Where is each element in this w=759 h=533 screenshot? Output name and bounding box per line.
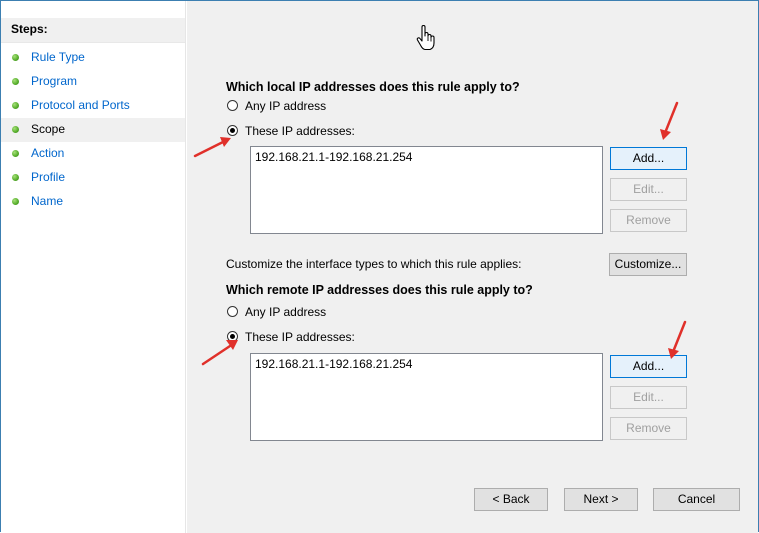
local-add-button[interactable]: Add... — [610, 147, 687, 170]
red-arrow-icon — [668, 320, 687, 359]
red-arrow-icon — [201, 340, 238, 366]
step-profile[interactable]: Profile — [1, 166, 185, 190]
remote-remove-button[interactable]: Remove — [610, 417, 687, 440]
red-arrow-icon — [193, 137, 231, 158]
red-arrow-icon — [660, 101, 679, 140]
local-remove-button[interactable]: Remove — [610, 209, 687, 232]
step-program[interactable]: Program — [1, 70, 185, 94]
radio-circle[interactable] — [227, 100, 238, 111]
next-button[interactable]: Next > — [564, 488, 638, 511]
green-dot-icon — [12, 126, 19, 133]
green-dot-icon — [12, 78, 19, 85]
step-label: Scope — [31, 122, 66, 136]
step-label: Name — [31, 194, 64, 208]
local-ip-entry[interactable]: 192.168.21.1-192.168.21.254 — [255, 150, 412, 164]
step-action[interactable]: Action — [1, 142, 185, 166]
green-dot-icon — [12, 102, 19, 109]
radio-label: Any IP address — [245, 305, 327, 319]
back-button[interactable]: < Back — [474, 488, 548, 511]
local-edit-button[interactable]: Edit... — [610, 178, 687, 201]
remote-ip-list[interactable]: 192.168.21.1-192.168.21.254 — [250, 353, 603, 441]
scope-panel: Which local IP addresses does this rule … — [187, 1, 758, 533]
step-label: Profile — [31, 170, 66, 184]
step-label: Protocol and Ports — [31, 98, 130, 112]
remote-ip-heading: Which remote IP addresses does this rule… — [226, 283, 533, 297]
steps-header: Steps: — [1, 18, 185, 43]
step-label: Program — [31, 74, 78, 88]
green-dot-icon — [12, 198, 19, 205]
step-scope[interactable]: Scope — [1, 118, 185, 142]
radio-label: Any IP address — [245, 99, 327, 113]
remote-ip-entry[interactable]: 192.168.21.1-192.168.21.254 — [255, 357, 412, 371]
customize-button[interactable]: Customize... — [609, 253, 687, 276]
interface-types-text: Customize the interface types to which t… — [226, 257, 522, 271]
step-name[interactable]: Name — [1, 190, 185, 214]
green-dot-icon — [12, 150, 19, 157]
step-rule-type[interactable]: Rule Type — [1, 46, 185, 70]
local-ip-heading: Which local IP addresses does this rule … — [226, 80, 520, 94]
green-dot-icon — [12, 174, 19, 181]
steps-header-label: Steps: — [11, 22, 48, 36]
hand-pointer-icon — [416, 25, 435, 51]
green-dot-icon — [12, 54, 19, 61]
remote-edit-button[interactable]: Edit... — [610, 386, 687, 409]
local-ip-list[interactable]: 192.168.21.1-192.168.21.254 — [250, 146, 603, 234]
radio-label: These IP addresses: — [245, 330, 355, 344]
step-label: Rule Type — [31, 50, 85, 64]
radio-label: These IP addresses: — [245, 124, 355, 138]
step-label: Action — [31, 146, 65, 160]
steps-sidebar: Steps: Rule Type Program Protocol and Po… — [1, 1, 186, 533]
step-protocol-and-ports[interactable]: Protocol and Ports — [1, 94, 185, 118]
cancel-button[interactable]: Cancel — [653, 488, 740, 511]
radio-circle[interactable] — [227, 306, 238, 317]
